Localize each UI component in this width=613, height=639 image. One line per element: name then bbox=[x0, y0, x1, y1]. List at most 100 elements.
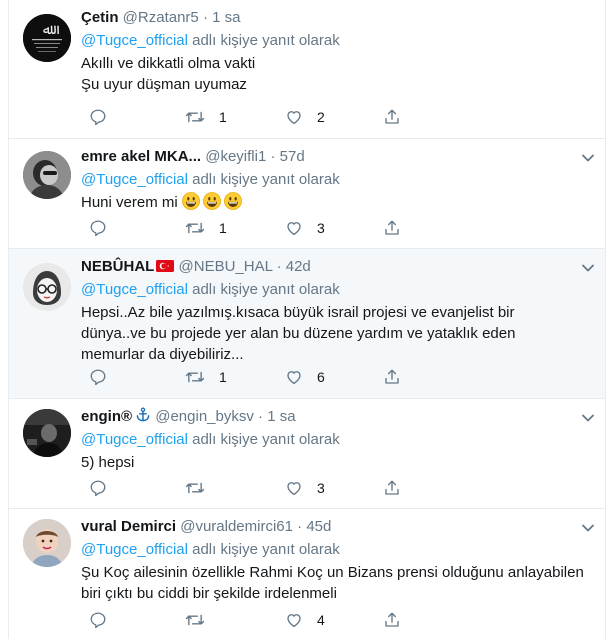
mention-link[interactable]: @Tugce_official bbox=[81, 32, 188, 49]
user-handle[interactable]: @Rzatanr5 bbox=[123, 9, 199, 26]
tweet-card[interactable]: emre akel MKA... @keyifli1 · 57d @Tugce_… bbox=[9, 139, 605, 249]
grinning-face-emoji bbox=[181, 192, 200, 210]
reply-button[interactable] bbox=[89, 609, 107, 631]
reply-icon bbox=[90, 480, 106, 497]
reply-button[interactable] bbox=[89, 366, 107, 388]
share-button[interactable] bbox=[383, 609, 401, 631]
mention-link[interactable]: @Tugce_official bbox=[81, 541, 188, 558]
retweet-button[interactable]: 1 bbox=[185, 366, 227, 388]
like-count: 6 bbox=[317, 369, 325, 385]
display-name[interactable]: vural Demirci bbox=[81, 518, 176, 535]
tweet-text: 5) hepsi bbox=[81, 452, 595, 473]
tweet-text: Şu Koç ailesinin özellikle Rahmi Koç un … bbox=[81, 562, 595, 604]
retweet-button[interactable]: 1 bbox=[185, 106, 227, 128]
retweet-icon bbox=[185, 371, 205, 383]
share-button[interactable] bbox=[383, 106, 401, 128]
grinning-face-emoji bbox=[202, 192, 221, 210]
reply-feed: ﷲ Çetin @Rzatanr5 · 1 sa @Tugce_official… bbox=[8, 0, 606, 639]
heart-icon bbox=[287, 222, 301, 236]
tweet-actions: 3 bbox=[89, 477, 419, 499]
tweet-header: engin® @engin_byksv · 1 sa bbox=[81, 407, 595, 427]
avatar[interactable] bbox=[23, 409, 71, 457]
timestamp[interactable]: 57d bbox=[280, 148, 305, 165]
tweet-text: Huni verem mi bbox=[81, 192, 595, 213]
tweet-text-line: Huni verem mi bbox=[81, 194, 182, 211]
tweet-card[interactable]: NEBÛHAL @NEBU_HAL · 42d @Tugce_official … bbox=[9, 249, 605, 399]
mention-link[interactable]: @Tugce_official bbox=[81, 281, 188, 298]
display-name[interactable]: emre akel MKA... bbox=[81, 148, 201, 165]
tweet-text: Hepsi..Az bile yazılmış.kısaca büyük isr… bbox=[81, 302, 595, 365]
reply-context: @Tugce_official adlı kişiye yanıt olarak bbox=[81, 31, 595, 51]
user-handle[interactable]: @NEBU_HAL bbox=[179, 258, 273, 275]
avatar[interactable] bbox=[23, 151, 71, 199]
tweet-card[interactable]: vural Demirci @vuraldemirci61 · 45d @Tug… bbox=[9, 509, 605, 639]
display-name[interactable]: engin® bbox=[81, 408, 132, 425]
timestamp[interactable]: 1 sa bbox=[212, 9, 240, 26]
retweet-icon bbox=[185, 614, 205, 626]
like-button[interactable]: 6 bbox=[285, 366, 325, 388]
tweet-actions: 1 2 bbox=[89, 106, 419, 128]
like-button[interactable]: 3 bbox=[285, 477, 325, 499]
reply-suffix: adlı kişiye yanıt olarak bbox=[187, 171, 340, 188]
like-button[interactable]: 3 bbox=[285, 217, 325, 239]
tweet-text-line: 5) hepsi bbox=[81, 454, 135, 471]
timestamp[interactable]: 1 sa bbox=[267, 408, 295, 425]
retweet-icon bbox=[185, 222, 205, 234]
reply-suffix: adlı kişiye yanıt olarak bbox=[187, 281, 340, 298]
tweet-text: Akıllı ve dikkatli olma vakti Şu uyur dü… bbox=[81, 53, 595, 95]
user-handle[interactable]: @engin_byksv bbox=[155, 408, 254, 425]
retweet-icon bbox=[185, 482, 205, 494]
tweet-header: emre akel MKA... @keyifli1 · 57d bbox=[81, 147, 595, 167]
reply-button[interactable] bbox=[89, 106, 107, 128]
tweet-actions: 1 3 bbox=[89, 217, 419, 239]
share-icon bbox=[385, 612, 399, 627]
user-handle[interactable]: @keyifli1 bbox=[205, 148, 266, 165]
like-count: 3 bbox=[317, 480, 325, 496]
display-name[interactable]: Çetin bbox=[81, 9, 119, 26]
retweet-button[interactable] bbox=[185, 477, 219, 499]
like-button[interactable]: 4 bbox=[285, 609, 325, 631]
share-icon bbox=[385, 480, 399, 495]
retweet-button[interactable]: 1 bbox=[185, 217, 227, 239]
retweet-count: 1 bbox=[219, 220, 227, 236]
avatar[interactable] bbox=[23, 519, 71, 567]
avatar[interactable] bbox=[23, 263, 71, 311]
turkey-flag-emoji bbox=[156, 260, 175, 272]
like-count: 3 bbox=[317, 220, 325, 236]
reply-suffix: adlı kişiye yanıt olarak bbox=[187, 431, 340, 448]
like-button[interactable]: 2 bbox=[285, 106, 325, 128]
tweet-text-line: dünya..ve bu projede yer alan bu düzene … bbox=[81, 325, 516, 342]
mention-link[interactable]: @Tugce_official bbox=[81, 171, 188, 188]
tweet-content: NEBÛHAL @NEBU_HAL · 42d @Tugce_official … bbox=[81, 257, 595, 365]
reply-button[interactable] bbox=[89, 477, 107, 499]
tweet-card[interactable]: ﷲ Çetin @Rzatanr5 · 1 sa @Tugce_official… bbox=[9, 0, 605, 139]
avatar[interactable]: ﷲ bbox=[23, 14, 71, 62]
tweet-header: vural Demirci @vuraldemirci61 · 45d bbox=[81, 517, 595, 537]
timestamp[interactable]: 45d bbox=[306, 518, 331, 535]
retweet-count: 1 bbox=[219, 109, 227, 125]
tweet-text-line: Akıllı ve dikkatli olma vakti bbox=[81, 55, 256, 72]
reply-suffix: adlı kişiye yanıt olarak bbox=[187, 541, 340, 558]
heart-icon bbox=[287, 614, 301, 628]
separator-dot: · bbox=[297, 518, 303, 535]
retweet-count: 1 bbox=[219, 369, 227, 385]
heart-icon bbox=[287, 371, 301, 385]
tweet-text-line: Hepsi..Az bile yazılmış.kısaca büyük isr… bbox=[81, 304, 515, 321]
display-name[interactable]: NEBÛHAL bbox=[81, 258, 154, 275]
separator-dot: · bbox=[202, 9, 208, 26]
reply-context: @Tugce_official adlı kişiye yanıt olarak bbox=[81, 280, 595, 300]
share-button[interactable] bbox=[383, 217, 401, 239]
user-handle[interactable]: @vuraldemirci61 bbox=[180, 518, 293, 535]
like-count: 4 bbox=[317, 612, 325, 628]
separator-dot: · bbox=[276, 258, 282, 275]
share-button[interactable] bbox=[383, 477, 401, 499]
reply-suffix: adlı kişiye yanıt olarak bbox=[187, 32, 340, 49]
mention-link[interactable]: @Tugce_official bbox=[81, 431, 188, 448]
tweet-content: Çetin @Rzatanr5 · 1 sa @Tugce_official a… bbox=[81, 8, 595, 95]
tweet-text-line: Şu Koç ailesinin özellikle Rahmi Koç un … bbox=[81, 564, 584, 581]
share-button[interactable] bbox=[383, 366, 401, 388]
retweet-button[interactable] bbox=[185, 609, 219, 631]
reply-button[interactable] bbox=[89, 217, 107, 239]
tweet-card[interactable]: engin® @engin_byksv · 1 sa @Tugce_offici… bbox=[9, 399, 605, 509]
timestamp[interactable]: 42d bbox=[286, 258, 311, 275]
